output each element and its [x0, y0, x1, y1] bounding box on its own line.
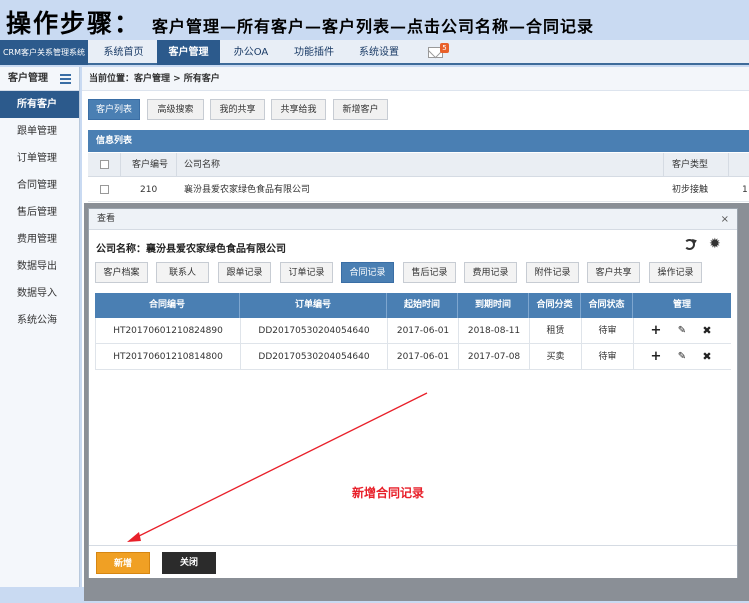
- annotation-arrow: [127, 392, 428, 542]
- arrow-line: [134, 392, 428, 539]
- arrow-head: [127, 532, 141, 542]
